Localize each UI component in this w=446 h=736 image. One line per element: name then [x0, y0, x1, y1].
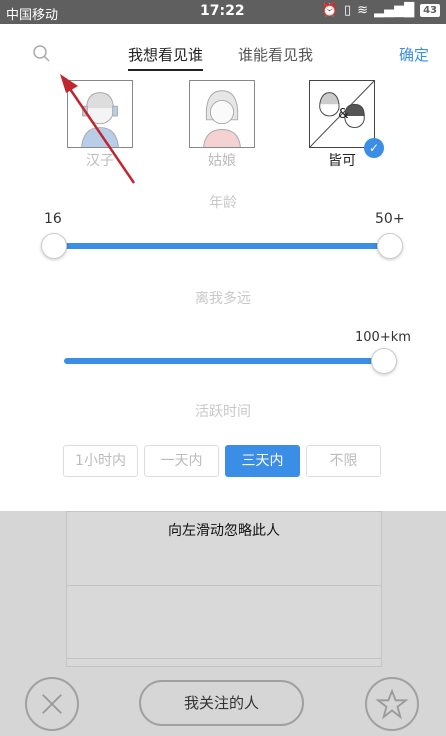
- signal-icon: ▂▄▆█: [374, 3, 415, 18]
- male-avatar-icon: [81, 92, 119, 148]
- vibrate-icon: ▯: [344, 3, 352, 18]
- swipe-hint: 向左滑动忽略此人: [168, 523, 280, 539]
- active-option-1d[interactable]: 一天内: [144, 445, 219, 477]
- star-icon: [375, 688, 409, 720]
- card-stack-middle: [66, 584, 382, 659]
- wifi-icon: ≋: [357, 3, 369, 18]
- search-icon[interactable]: [32, 44, 52, 64]
- gender-option-female[interactable]: [189, 80, 255, 148]
- tab-who-i-see[interactable]: 我想看见谁: [128, 44, 204, 71]
- age-max-label: 50+: [375, 211, 405, 227]
- svg-text:&: &: [338, 106, 349, 122]
- battery-level: 43: [420, 4, 440, 17]
- active-option-unlimited[interactable]: 不限: [306, 445, 381, 477]
- active-option-1h[interactable]: 1小时内: [63, 445, 138, 477]
- distance-title: 离我多远: [195, 291, 251, 307]
- distance-value-label: 100+km: [355, 330, 411, 345]
- alarm-icon: ⏰: [321, 3, 339, 18]
- gender-option-both[interactable]: &: [309, 80, 375, 148]
- age-max-handle[interactable]: [377, 233, 403, 259]
- age-slider-track[interactable]: [54, 243, 390, 249]
- dismiss-button[interactable]: [25, 677, 79, 731]
- carrier-name: 中国移动: [6, 8, 59, 23]
- active-time-title: 活跃时间: [195, 404, 251, 420]
- gender-option-male[interactable]: [67, 80, 133, 148]
- status-icons: ⏰ ▯ ≋ ▂▄▆█ 43: [322, 3, 440, 18]
- following-button[interactable]: 我关注的人: [139, 680, 304, 726]
- age-min-handle[interactable]: [41, 233, 67, 259]
- checkmark-icon: ✓: [364, 138, 384, 158]
- gender-label-male: 汉子: [86, 153, 114, 169]
- close-icon: [42, 694, 62, 714]
- favorite-button[interactable]: [365, 677, 419, 731]
- clock: 17:22: [200, 3, 245, 19]
- gender-label-female: 姑娘: [208, 153, 236, 169]
- confirm-button[interactable]: 确定: [399, 44, 429, 65]
- tab-who-sees-me[interactable]: 谁能看见我: [238, 44, 313, 65]
- age-title: 年龄: [209, 195, 237, 211]
- couple-avatar-icon: &: [309, 80, 375, 148]
- female-avatar-icon: [203, 90, 241, 148]
- age-min-label: 16: [44, 211, 62, 227]
- distance-slider-track[interactable]: [64, 358, 384, 364]
- status-bar: 中国移动 17:22 ⏰ ▯ ≋ ▂▄▆█ 43: [0, 0, 446, 24]
- distance-handle[interactable]: [371, 348, 397, 374]
- active-option-3d[interactable]: 三天内: [225, 445, 300, 477]
